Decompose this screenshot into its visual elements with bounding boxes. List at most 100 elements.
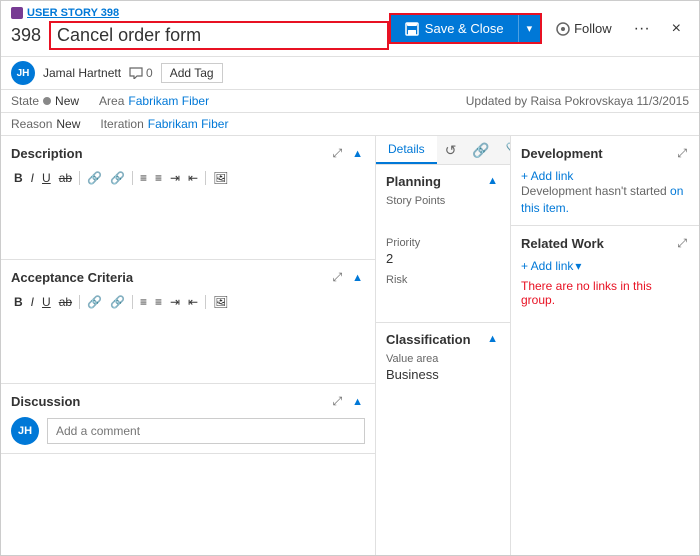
underline-button-2[interactable]: U [39, 293, 54, 311]
discussion-collapse-button[interactable]: ▲ [350, 394, 365, 410]
header-actions: Save & Close ▾ Follow ··· × [389, 13, 689, 44]
classification-header: Classification ▲ [386, 331, 500, 347]
description-header: Description ⤢ ▲ [11, 144, 365, 163]
iteration-value[interactable]: Fabrikam Fiber [148, 117, 229, 131]
area-value[interactable]: Fabrikam Fiber [128, 94, 209, 108]
development-note: Development hasn't started onthis item. [521, 183, 689, 217]
risk-value[interactable] [386, 288, 500, 306]
close-button[interactable]: × [664, 16, 689, 42]
save-dropdown-button[interactable]: ▾ [518, 15, 541, 42]
link-button-2[interactable]: 🔗 [84, 293, 105, 311]
follow-button[interactable]: Follow [548, 17, 620, 40]
acceptance-criteria-section: Acceptance Criteria ⤢ ▲ B I U ab 🔗 🔗 ≡ [1, 260, 375, 384]
value-area-value[interactable]: Business [386, 367, 500, 382]
state-dot [43, 97, 51, 105]
planning-section: Planning ▲ Story Points Priority 2 Risk [376, 165, 510, 323]
unlink-button-2[interactable]: 🔗 [107, 293, 128, 311]
italic-button[interactable]: I [28, 169, 37, 187]
image-button-2[interactable]: 🖼 [210, 293, 231, 311]
add-tag-button[interactable]: Add Tag [161, 63, 223, 83]
follow-icon [556, 22, 570, 36]
outdent-button[interactable]: ⇤ [185, 169, 201, 187]
acceptance-expand-button[interactable]: ⤢ [331, 268, 345, 287]
title-row: 398 [11, 21, 389, 50]
right-column: Development ⤢ + Add link Development has… [511, 136, 699, 555]
bullet-list-button[interactable]: ≡ [137, 169, 150, 187]
tab-details[interactable]: Details [376, 136, 437, 164]
image-button[interactable]: 🖼 [210, 169, 231, 187]
bold-button[interactable]: B [11, 169, 26, 187]
save-icon [405, 22, 419, 36]
description-collapse-button[interactable]: ▲ [350, 146, 365, 162]
acceptance-toolbar: B I U ab 🔗 🔗 ≡ ≡ ⇥ ⇤ 🖼 [11, 293, 365, 311]
description-expand-button[interactable]: ⤢ [331, 144, 345, 163]
description-section: Description ⤢ ▲ B I U ab 🔗 🔗 ≡ ≡ [1, 136, 375, 260]
development-expand-button[interactable]: ⤢ [675, 144, 689, 163]
work-item-type-link[interactable]: USER STORY 398 [11, 7, 389, 19]
acceptance-collapse-button[interactable]: ▲ [350, 270, 365, 286]
link-button[interactable]: 🔗 [84, 169, 105, 187]
comment-input[interactable] [47, 418, 365, 444]
development-add-link-button[interactable]: + Add link [521, 169, 573, 183]
development-section: Development ⤢ + Add link Development has… [511, 136, 699, 226]
priority-label: Priority [386, 237, 500, 249]
bold-button-2[interactable]: B [11, 293, 26, 311]
toolbar-separator-4 [79, 295, 80, 309]
middle-column: Details ↺ 🔗 📎 Planning ▲ Story Points Pr… [376, 136, 511, 555]
header: USER STORY 398 398 Save & Close ▾ [1, 1, 699, 57]
numbered-list-button-2[interactable]: ≡ [152, 293, 165, 311]
indent-button[interactable]: ⇥ [167, 169, 183, 187]
outdent-button-2[interactable]: ⇤ [185, 293, 201, 311]
user-story-icon [11, 7, 23, 19]
numbered-list-button[interactable]: ≡ [152, 169, 165, 187]
story-points-value[interactable] [386, 209, 500, 229]
planning-header: Planning ▲ [386, 173, 500, 189]
acceptance-actions: ⤢ ▲ [331, 268, 366, 287]
area-field: Area Fabrikam Fiber [99, 94, 209, 108]
related-work-note: There are no links in this group. [521, 279, 689, 307]
description-toolbar: B I U ab 🔗 🔗 ≡ ≡ ⇥ ⇤ 🖼 [11, 169, 365, 187]
strikethrough-button[interactable]: ab [56, 169, 75, 187]
discussion-title: Discussion [11, 394, 80, 409]
planning-collapse-button[interactable]: ▲ [485, 173, 500, 189]
italic-button-2[interactable]: I [28, 293, 37, 311]
header-left: USER STORY 398 398 [11, 7, 389, 50]
description-editor[interactable] [11, 191, 365, 251]
save-close-button[interactable]: Save & Close [391, 15, 518, 42]
comment-count: 0 [129, 66, 153, 80]
reason-value[interactable]: New [56, 117, 80, 131]
acceptance-editor[interactable] [11, 315, 365, 375]
related-work-section: Related Work ⤢ + Add link ▾ There are no… [511, 226, 699, 315]
related-work-expand-button[interactable]: ⤢ [675, 234, 689, 253]
story-points-label: Story Points [386, 195, 500, 207]
related-work-add-link-button[interactable]: + Add link ▾ [521, 259, 581, 273]
classification-collapse-button[interactable]: ▲ [485, 331, 500, 347]
more-options-button[interactable]: ··· [626, 16, 658, 42]
priority-value[interactable]: 2 [386, 251, 500, 266]
related-work-title: Related Work [521, 236, 604, 251]
classification-section: Classification ▲ Value area Business [376, 323, 510, 398]
discussion-expand-button[interactable]: ⤢ [331, 392, 345, 411]
acceptance-title: Acceptance Criteria [11, 270, 133, 285]
meta-row: State New Area Fabrikam Fiber Updated by… [1, 90, 699, 113]
user-avatar: JH [11, 417, 39, 445]
item-number: 398 [11, 25, 41, 46]
save-close-group: Save & Close ▾ [389, 13, 542, 44]
updated-text: Updated by Raisa Pokrovskaya 11/3/2015 [466, 94, 689, 108]
tabs-bar: Details ↺ 🔗 📎 [376, 136, 510, 165]
unlink-button[interactable]: 🔗 [107, 169, 128, 187]
bullet-list-button-2[interactable]: ≡ [137, 293, 150, 311]
strikethrough-button-2[interactable]: ab [56, 293, 75, 311]
tab-attachments-button[interactable]: 📎 [498, 138, 511, 163]
underline-button[interactable]: U [39, 169, 54, 187]
iteration-field: Iteration Fabrikam Fiber [100, 117, 228, 131]
toolbar-separator-1 [79, 171, 80, 185]
tab-history-button[interactable]: ↺ [437, 138, 465, 163]
title-input[interactable] [49, 21, 389, 50]
development-header: Development ⤢ [521, 144, 689, 163]
tab-links-button[interactable]: 🔗 [464, 138, 497, 163]
indent-button-2[interactable]: ⇥ [167, 293, 183, 311]
related-work-header: Related Work ⤢ [521, 234, 689, 253]
state-field: State New [11, 94, 79, 108]
discussion-area: JH [11, 417, 365, 445]
